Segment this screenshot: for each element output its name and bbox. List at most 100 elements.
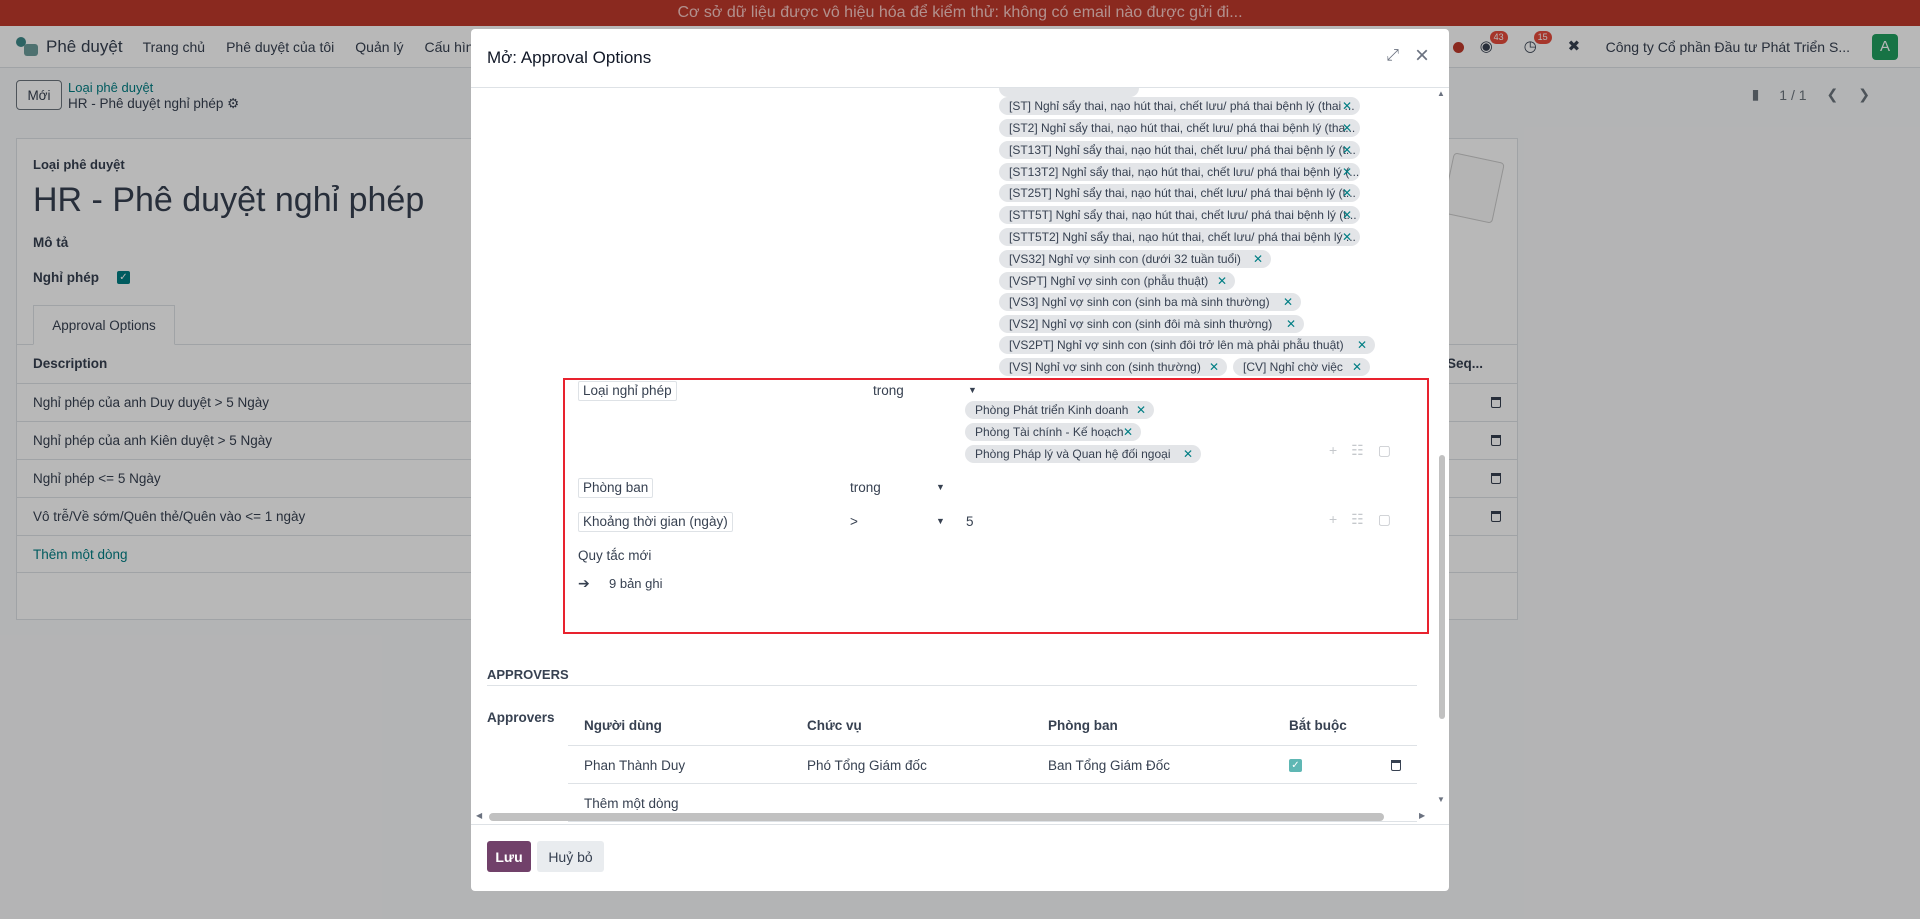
dialog-header: Mở: Approval Options ⤢ × [471,29,1449,88]
column-required[interactable]: Bắt buộc [1289,718,1347,733]
rule-operator-2[interactable]: trong [850,480,881,495]
leave-type-tag: [ST13T2] Nghỉ sẩy thai, nạo hút thai, ch… [999,163,1360,181]
dialog-body: [ST] Nghỉ sẩy thai, nạo hút thai, chết l… [471,88,1449,824]
leave-type-tag: [VS2PT] Nghỉ vợ sinh con (sinh đôi trở l… [999,336,1375,354]
remove-tag-icon[interactable]: ✕ [1286,315,1296,333]
chevron-down-icon[interactable]: ▼ [968,385,977,395]
remove-tag-icon[interactable]: ✕ [1183,445,1193,463]
remove-tag-icon[interactable]: ✕ [1342,206,1352,224]
tag-label: [ST25T] Nghỉ sẩy thai, nạo hút thai, chế… [1009,186,1356,200]
remove-tag-icon[interactable]: ✕ [1342,141,1352,159]
remove-tag-icon[interactable]: ✕ [1136,401,1146,419]
row-divider [568,783,1417,784]
records-count-link[interactable]: 9 bản ghi [609,576,663,591]
scroll-down-icon[interactable]: ▼ [1437,795,1445,804]
hierarchy-icon[interactable]: ☷ [1351,442,1378,458]
remove-tag-icon[interactable]: ✕ [1342,119,1352,137]
leave-type-tag: [VS32] Nghỉ vợ sinh con (dưới 32 tuần tu… [999,250,1271,268]
rule-operator-1[interactable]: trong [873,383,904,398]
chevron-down-icon[interactable]: ▼ [936,516,945,526]
tag-label: [ST] Nghỉ sẩy thai, nạo hút thai, chết l… [1009,99,1355,113]
tag-label: [VSPT] Nghỉ vợ sinh con (phẫu thuật) [1009,274,1209,288]
leave-type-tag: [VS2] Nghỉ vợ sinh con (sinh đôi mà sinh… [999,315,1304,333]
remove-tag-icon[interactable]: ✕ [1342,97,1352,115]
rule-field-leave-type[interactable]: Loại nghỉ phép [578,381,677,401]
scroll-up-icon[interactable]: ▲ [1437,89,1445,98]
tag-label: [CV] Nghỉ chờ việc [1243,360,1343,374]
header-divider [568,745,1417,746]
leave-type-tag: [ST2] Nghỉ sẩy thai, nạo hút thai, chết … [999,119,1360,137]
remove-tag-icon[interactable]: ✕ [1342,184,1352,202]
column-department[interactable]: Phòng ban [1048,718,1118,733]
dialog-footer: Lưu Huỷ bỏ [471,824,1449,891]
remove-tag-icon[interactable]: ✕ [1352,358,1362,376]
column-position[interactable]: Chức vụ [807,718,862,733]
remove-tag-icon[interactable]: ✕ [1209,358,1219,376]
add-approver-link[interactable]: Thêm một dòng [584,796,679,811]
scroll-right-icon[interactable]: ▶ [1419,811,1425,820]
remove-tag-icon[interactable]: ✕ [1217,272,1227,290]
save-button[interactable]: Lưu [487,841,531,872]
rule-field-department[interactable]: Phòng ban [578,478,654,498]
tag-label: Phòng Phát triển Kinh doanh [975,403,1129,417]
add-icon[interactable]: + [1329,442,1351,458]
tag-label: [VS2PT] Nghỉ vợ sinh con (sinh đôi trở l… [1009,338,1344,352]
leave-type-tag: [VS3] Nghỉ vợ sinh con (sinh ba mà sinh … [999,293,1301,311]
approvers-section-title: APPROVERS [487,667,569,682]
approver-position[interactable]: Phó Tổng Giám đốc [807,758,927,773]
tag-label: [STT5T2] Nghỉ sẩy thai, nạo hút thai, ch… [1009,230,1356,244]
remove-tag-icon[interactable]: ✕ [1253,250,1263,268]
delete-icon[interactable]: ▢ [1378,442,1405,458]
delete-icon[interactable]: ▢ [1378,511,1405,527]
required-checkbox[interactable]: ✓ [1289,759,1302,772]
rule-actions-1: +☷▢ [1329,442,1405,459]
horizontal-scrollbar-thumb[interactable] [489,813,1384,821]
leave-type-tag [999,88,1139,97]
leave-type-tag: [STT5T2] Nghỉ sẩy thai, nạo hút thai, ch… [999,228,1360,246]
add-icon[interactable]: + [1329,511,1351,527]
expand-icon[interactable]: ⤢ [1386,47,1399,65]
column-user[interactable]: Người dùng [584,718,662,733]
approvers-label: Approvers [487,710,555,725]
approval-options-dialog: Mở: Approval Options ⤢ × [ST] Nghỉ sẩy t… [471,29,1449,891]
department-tag: Phòng Tài chính - Kế hoạch ✕ [965,423,1141,441]
tag-label: [ST13T] Nghỉ sẩy thai, nạo hút thai, chế… [1009,143,1356,157]
remove-tag-icon[interactable]: ✕ [1283,293,1293,311]
leave-type-tag: [ST13T] Nghỉ sẩy thai, nạo hút thai, chế… [999,141,1360,159]
tag-label: [VS] Nghỉ vợ sinh con (sinh thường) [1009,360,1201,374]
leave-type-tag: [ST25T] Nghỉ sẩy thai, nạo hút thai, chế… [999,184,1360,202]
trash-icon[interactable] [1391,760,1401,771]
rule-actions-3: +☷▢ [1329,511,1405,528]
department-tag: Phòng Pháp lý và Quan hệ đối ngoại ✕ [965,445,1201,463]
leave-type-tag: [STT5T] Nghỉ sẩy thai, nạo hút thai, chế… [999,206,1360,224]
remove-tag-icon[interactable]: ✕ [1123,423,1133,441]
cancel-button[interactable]: Huỷ bỏ [537,841,604,872]
section-divider [487,685,1417,686]
leave-type-tag: [CV] Nghỉ chờ việc ✕ [1233,358,1370,376]
approver-department[interactable]: Ban Tổng Giám Đốc [1048,758,1170,773]
rule-field-duration[interactable]: Khoảng thời gian (ngày) [578,512,733,532]
close-icon[interactable]: × [1415,42,1429,70]
rule-value-duration[interactable]: 5 [966,514,974,529]
row-divider [568,821,1417,822]
tag-label: [VS2] Nghỉ vợ sinh con (sinh đôi mà sinh… [1009,317,1273,331]
leave-type-tag: [VSPT] Nghỉ vợ sinh con (phẫu thuật) ✕ [999,272,1235,290]
dialog-title: Mở: Approval Options [487,48,652,67]
remove-tag-icon[interactable]: ✕ [1342,228,1352,246]
new-rule-link[interactable]: Quy tắc mới [578,548,651,563]
hierarchy-icon[interactable]: ☷ [1351,511,1378,527]
tag-label: [ST13T2] Nghỉ sẩy thai, nạo hút thai, ch… [1009,165,1360,179]
department-tag: Phòng Phát triển Kinh doanh ✕ [965,401,1154,419]
tag-label: [ST2] Nghỉ sẩy thai, nạo hút thai, chết … [1009,121,1356,135]
remove-tag-icon[interactable]: ✕ [1357,336,1367,354]
scroll-left-icon[interactable]: ◀ [476,811,482,820]
rule-operator-3[interactable]: > [850,514,858,529]
vertical-scrollbar-thumb[interactable] [1439,455,1445,719]
tag-label: [VS3] Nghỉ vợ sinh con (sinh ba mà sinh … [1009,295,1270,309]
tag-label: [STT5T] Nghỉ sẩy thai, nạo hút thai, chế… [1009,208,1357,222]
remove-tag-icon[interactable]: ✕ [1342,163,1352,181]
chevron-down-icon[interactable]: ▼ [936,482,945,492]
tag-label: [VS32] Nghỉ vợ sinh con (dưới 32 tuần tu… [1009,252,1241,266]
approver-user[interactable]: Phan Thành Duy [584,758,685,773]
leave-type-tag: [VS] Nghỉ vợ sinh con (sinh thường) ✕ [999,358,1227,376]
